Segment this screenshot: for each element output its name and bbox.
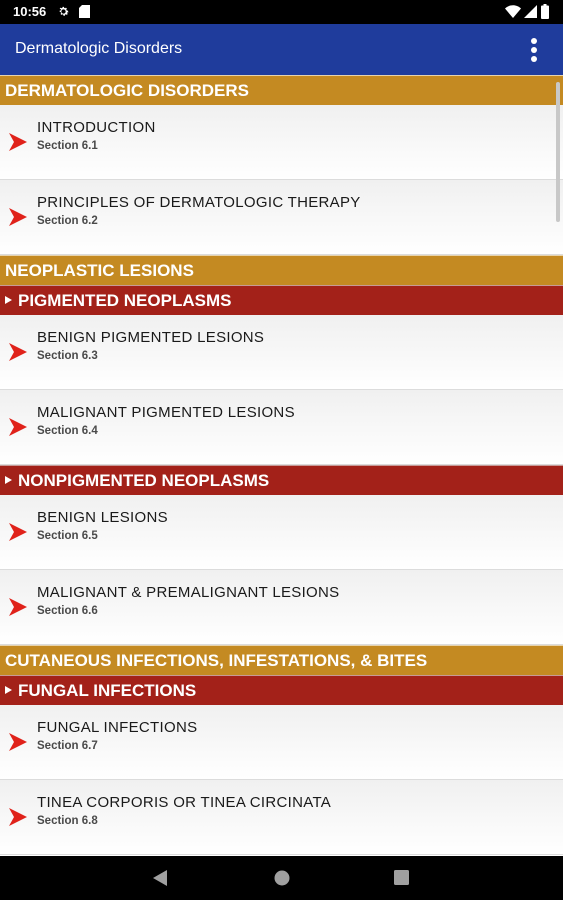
chevron-right-icon xyxy=(8,523,28,546)
list-item-benign-lesions[interactable]: BENIGN LESIONS Section 6.5 xyxy=(0,495,563,570)
scrollbar[interactable] xyxy=(556,82,560,222)
list-item-title: TINEA CORPORIS OR TINEA CIRCINATA xyxy=(37,794,332,811)
list-item-introduction[interactable]: INTRODUCTION Section 6.1 xyxy=(0,105,563,180)
list-item-section: Section 6.8 xyxy=(37,815,98,827)
status-time: 10:56 xyxy=(13,4,47,19)
app-title: Dermatologic Disorders xyxy=(15,40,183,57)
subsection-header-label: NONPIGMENTED NEOPLASMS xyxy=(18,471,270,490)
list-item-section: Section 6.3 xyxy=(37,350,98,362)
list-item-malignant-premalignant[interactable]: MALIGNANT & PREMALIGNANT LESIONS Section… xyxy=(0,570,563,645)
signal-icon xyxy=(524,5,537,23)
section-header-cutaneous-infections[interactable]: CUTANEOUS INFECTIONS, INFESTATIONS, & BI… xyxy=(0,645,563,675)
list-item-title: FUNGAL INFECTIONS xyxy=(37,719,198,736)
chevron-right-icon xyxy=(8,133,28,156)
triangle-right-icon xyxy=(5,296,12,304)
list-item-fungal-infections[interactable]: FUNGAL INFECTIONS Section 6.7 xyxy=(0,705,563,780)
chevron-right-icon xyxy=(8,808,28,831)
chevron-right-icon xyxy=(8,598,28,621)
subsection-header-label: FUNGAL INFECTIONS xyxy=(18,681,197,700)
list-item-principles[interactable]: PRINCIPLES OF DERMATOLOGIC THERAPY Secti… xyxy=(0,180,563,255)
section-header-dermatologic-disorders[interactable]: DERMATOLOGIC DISORDERS xyxy=(0,75,563,105)
gear-icon xyxy=(57,5,70,23)
status-bar: 10:56 xyxy=(0,0,563,24)
home-icon[interactable] xyxy=(274,870,290,891)
list-item-section: Section 6.1 xyxy=(37,140,98,152)
list-item-malignant-pigmented[interactable]: MALIGNANT PIGMENTED LESIONS Section 6.4 xyxy=(0,390,563,465)
triangle-right-icon xyxy=(5,686,12,694)
list-item-section: Section 6.2 xyxy=(37,215,98,227)
subsection-header-label: PIGMENTED NEOPLASMS xyxy=(18,291,232,310)
chevron-right-icon xyxy=(8,208,28,231)
chevron-right-icon xyxy=(8,733,28,756)
nav-bar xyxy=(0,856,563,900)
subsection-header-pigmented[interactable]: PIGMENTED NEOPLASMS xyxy=(0,285,563,315)
content-list[interactable]: DERMATOLOGIC DISORDERS INTRODUCTION Sect… xyxy=(0,75,563,856)
chevron-right-icon xyxy=(8,343,28,366)
list-item-title: PRINCIPLES OF DERMATOLOGIC THERAPY xyxy=(37,194,361,211)
section-header-label: CUTANEOUS INFECTIONS, INFESTATIONS, & BI… xyxy=(5,651,428,670)
battery-icon xyxy=(541,4,549,24)
list-item-title: INTRODUCTION xyxy=(37,119,156,136)
subsection-header-fungal[interactable]: FUNGAL INFECTIONS xyxy=(0,675,563,705)
list-item-section: Section 6.4 xyxy=(37,425,98,437)
list-item-section: Section 6.6 xyxy=(37,605,98,617)
list-item-title: MALIGNANT & PREMALIGNANT LESIONS xyxy=(37,584,340,601)
section-header-label: DERMATOLOGIC DISORDERS xyxy=(5,81,249,100)
section-header-neoplastic-lesions[interactable]: NEOPLASTIC LESIONS xyxy=(0,255,563,285)
list-item-section: Section 6.5 xyxy=(37,530,98,542)
subsection-header-nonpigmented[interactable]: NONPIGMENTED NEOPLASMS xyxy=(0,465,563,495)
wifi-icon xyxy=(505,5,521,23)
section-header-label: NEOPLASTIC LESIONS xyxy=(5,261,194,280)
chevron-right-icon xyxy=(8,418,28,441)
back-icon[interactable] xyxy=(153,870,167,891)
app-bar: Dermatologic Disorders xyxy=(0,24,563,75)
recents-icon[interactable] xyxy=(394,870,409,890)
triangle-right-icon xyxy=(5,476,12,484)
list-item-title: MALIGNANT PIGMENTED LESIONS xyxy=(37,404,295,421)
sd-card-icon xyxy=(79,5,90,23)
list-item-benign-pigmented[interactable]: BENIGN PIGMENTED LESIONS Section 6.3 xyxy=(0,315,563,390)
list-item-tinea-corporis[interactable]: TINEA CORPORIS OR TINEA CIRCINATA Sectio… xyxy=(0,780,563,855)
list-item-section: Section 6.7 xyxy=(37,740,98,752)
list-item-title: BENIGN PIGMENTED LESIONS xyxy=(37,329,265,346)
more-vert-icon[interactable] xyxy=(522,37,546,63)
list-item-title: BENIGN LESIONS xyxy=(37,509,168,526)
